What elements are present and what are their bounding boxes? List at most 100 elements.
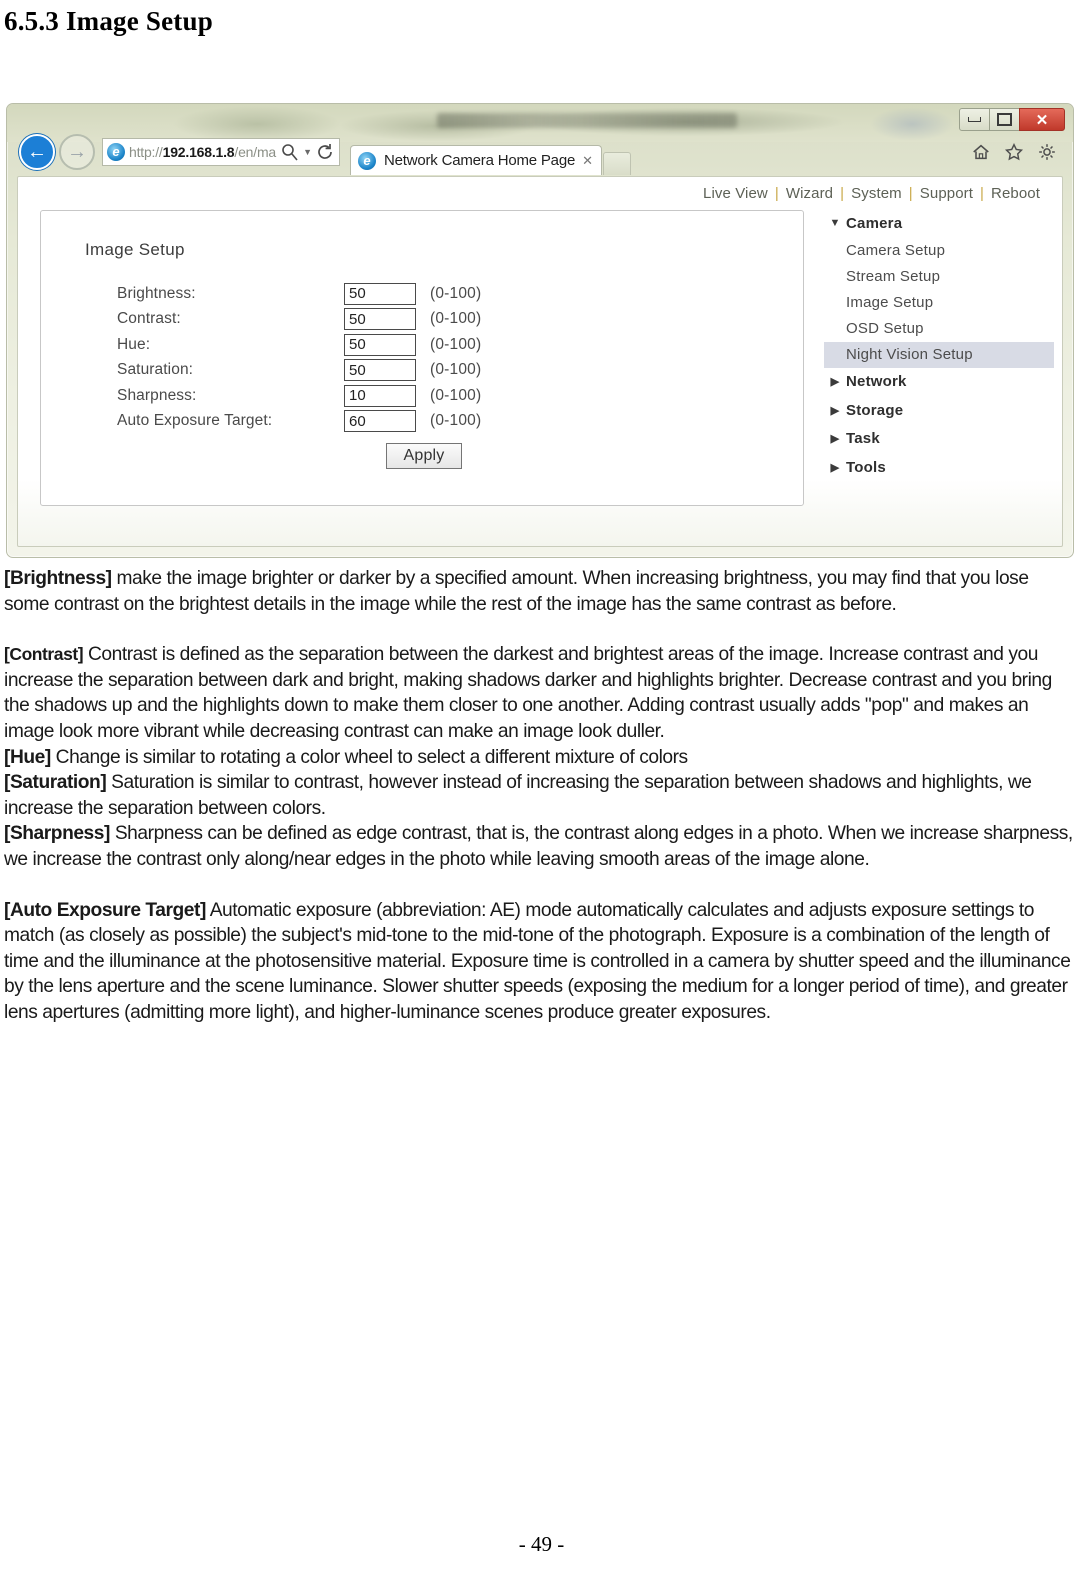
paragraph-contrast: [Contrast] Contrast is defined as the se… bbox=[4, 642, 1076, 744]
topnav-live-view[interactable]: Live View bbox=[703, 185, 768, 202]
back-button[interactable]: ← bbox=[19, 134, 55, 170]
topnav-separator: | bbox=[774, 185, 779, 202]
chevron-down-icon: ▼ bbox=[829, 217, 841, 230]
window-controls[interactable]: ✕ bbox=[959, 108, 1065, 131]
contrast-description: Contrast is defined as the separation be… bbox=[4, 644, 1052, 742]
hue-input[interactable] bbox=[344, 333, 416, 356]
auto-exposure-target-label: Auto Exposure Target: bbox=[117, 412, 273, 430]
saturation-description: Saturation is similar to contrast, howev… bbox=[4, 772, 1032, 819]
sidebar-group-tools[interactable]: ▶ Tools bbox=[824, 453, 1054, 482]
hue-range: (0-100) bbox=[430, 335, 482, 353]
saturation-label: Saturation: bbox=[117, 361, 194, 379]
sidebar-item-image-setup[interactable]: Image Setup bbox=[824, 290, 1054, 316]
sidebar-item-camera-setup[interactable]: Camera Setup bbox=[824, 238, 1054, 264]
browser-toolbar bbox=[971, 142, 1057, 162]
tab-title: Network Camera Home Page bbox=[384, 152, 576, 169]
form-row-auto-exposure-target: Auto Exposure Target: (0-100) bbox=[117, 409, 481, 435]
brightness-range: (0-100) bbox=[430, 284, 482, 302]
new-tab-button[interactable] bbox=[603, 151, 632, 175]
address-url: http://192.168.1.8/en/ma bbox=[129, 144, 276, 160]
chevron-right-icon: ▶ bbox=[830, 433, 840, 446]
chevron-right-icon: ▶ bbox=[830, 404, 840, 417]
refresh-icon[interactable] bbox=[315, 142, 335, 162]
saturation-input[interactable] bbox=[344, 359, 416, 382]
chevron-right-icon: ▶ bbox=[830, 461, 840, 474]
contrast-input[interactable] bbox=[344, 308, 416, 331]
settings-sidebar: ▼ Camera Camera Setup Stream Setup Image… bbox=[824, 209, 1054, 482]
body-text: [Brightness] make the image brighter or … bbox=[4, 566, 1076, 1026]
sidebar-group-storage[interactable]: ▶ Storage bbox=[824, 396, 1054, 425]
apply-button[interactable]: Apply bbox=[386, 443, 462, 469]
page-viewport: Live View | Wizard | System | Support | Reboot I… bbox=[17, 176, 1063, 547]
tab-favicon-icon bbox=[358, 151, 376, 170]
topnav-reboot[interactable]: Reboot bbox=[991, 185, 1040, 202]
sidebar-item-osd-setup[interactable]: OSD Setup bbox=[824, 316, 1054, 342]
topnav-system[interactable]: System bbox=[851, 185, 902, 202]
internet-explorer-icon bbox=[107, 143, 125, 161]
address-bar[interactable]: http://192.168.1.8/en/ma ▼ bbox=[102, 138, 340, 166]
forward-button[interactable]: → bbox=[59, 134, 95, 170]
home-icon[interactable] bbox=[971, 142, 991, 162]
topnav-separator: | bbox=[840, 185, 845, 202]
saturation-range: (0-100) bbox=[430, 361, 482, 379]
auto-exposure-term: [Auto Exposure Target] bbox=[4, 899, 206, 921]
sidebar-group-camera[interactable]: ▼ Camera bbox=[824, 209, 1054, 238]
paragraph-brightness: [Brightness] make the image brighter or … bbox=[4, 566, 1076, 617]
paragraph-hue: [Hue] Change is similar to rotating a co… bbox=[4, 745, 1076, 771]
topnav-separator: | bbox=[980, 185, 985, 202]
form-row-brightness: Brightness: (0-100) bbox=[117, 281, 481, 307]
search-icon[interactable] bbox=[280, 142, 300, 162]
hue-description: Change is similar to rotating a color wh… bbox=[50, 746, 688, 768]
image-setup-form: Brightness: (0-100) Contrast: (0-100) Hu… bbox=[117, 281, 481, 434]
topnav-support[interactable]: Support bbox=[920, 185, 973, 202]
sidebar-item-stream-setup[interactable]: Stream Setup bbox=[824, 264, 1054, 290]
contrast-range: (0-100) bbox=[430, 310, 482, 328]
sharpness-input[interactable] bbox=[344, 384, 416, 407]
sidebar-group-label-camera: Camera bbox=[846, 214, 903, 232]
browser-navigation-row: ← → http://192.168.1.8/en/ma ▼ Network C… bbox=[7, 128, 1073, 176]
top-navigation: Live View | Wizard | System | Support | Reboot bbox=[703, 185, 1040, 202]
page-number: - 49 - bbox=[518, 1532, 565, 1556]
form-row-saturation: Saturation: (0-100) bbox=[117, 358, 481, 384]
brightness-input[interactable] bbox=[344, 282, 416, 305]
tab-close-icon[interactable]: ✕ bbox=[582, 153, 593, 169]
address-bar-tools: ▼ bbox=[280, 142, 335, 162]
sidebar-group-label-tools: Tools bbox=[846, 458, 886, 476]
paragraph-auto-exposure: [Auto Exposure Target] Automatic exposur… bbox=[4, 898, 1076, 1026]
star-icon[interactable] bbox=[1004, 142, 1024, 162]
browser-screenshot-figure: ✕ ← → http://192.168.1.8/en/ma ▼ Network… bbox=[6, 103, 1074, 558]
contrast-term: [Contrast] bbox=[4, 644, 84, 665]
browser-tab[interactable]: Network Camera Home Page ✕ bbox=[350, 145, 603, 175]
form-row-contrast: Contrast: (0-100) bbox=[117, 307, 481, 333]
chevron-right-icon: ▶ bbox=[830, 376, 840, 389]
topnav-wizard[interactable]: Wizard bbox=[786, 185, 833, 202]
sidebar-group-task[interactable]: ▶ Task bbox=[824, 425, 1054, 454]
image-setup-panel: Image Setup Brightness: (0-100) Contrast… bbox=[40, 210, 804, 506]
sidebar-item-night-vision-setup[interactable]: Night Vision Setup bbox=[824, 341, 1054, 368]
hue-label: Hue: bbox=[117, 335, 151, 353]
sharpness-term: [Sharpness] bbox=[4, 823, 110, 845]
sidebar-group-label-network: Network bbox=[846, 373, 907, 391]
saturation-term: [Saturation] bbox=[4, 772, 107, 794]
topnav-separator: | bbox=[908, 185, 913, 202]
paragraph-saturation: [Saturation] Saturation is similar to co… bbox=[4, 770, 1076, 821]
sharpness-description: Sharpness can be defined as edge contras… bbox=[4, 823, 1073, 870]
sharpness-range: (0-100) bbox=[430, 386, 482, 404]
chevron-down-icon[interactable]: ▼ bbox=[303, 147, 312, 157]
paragraph-sharpness: [Sharpness] Sharpness can be defined as … bbox=[4, 821, 1076, 872]
brightness-label: Brightness: bbox=[117, 284, 196, 302]
panel-title: Image Setup bbox=[85, 240, 185, 259]
brightness-description: make the image brighter or darker by a s… bbox=[4, 568, 1029, 615]
brightness-term: [Brightness] bbox=[4, 568, 112, 589]
apply-button-wrap: Apply bbox=[386, 443, 462, 469]
browser-window: ✕ ← → http://192.168.1.8/en/ma ▼ Network… bbox=[6, 103, 1074, 558]
sidebar-group-label-storage: Storage bbox=[846, 401, 904, 419]
sharpness-label: Sharpness: bbox=[117, 386, 197, 404]
form-row-sharpness: Sharpness: (0-100) bbox=[117, 383, 481, 409]
hue-term: [Hue] bbox=[4, 746, 51, 768]
auto-exposure-target-input[interactable] bbox=[344, 410, 416, 433]
sidebar-group-network[interactable]: ▶ Network bbox=[824, 368, 1054, 397]
gear-icon[interactable] bbox=[1037, 142, 1057, 162]
